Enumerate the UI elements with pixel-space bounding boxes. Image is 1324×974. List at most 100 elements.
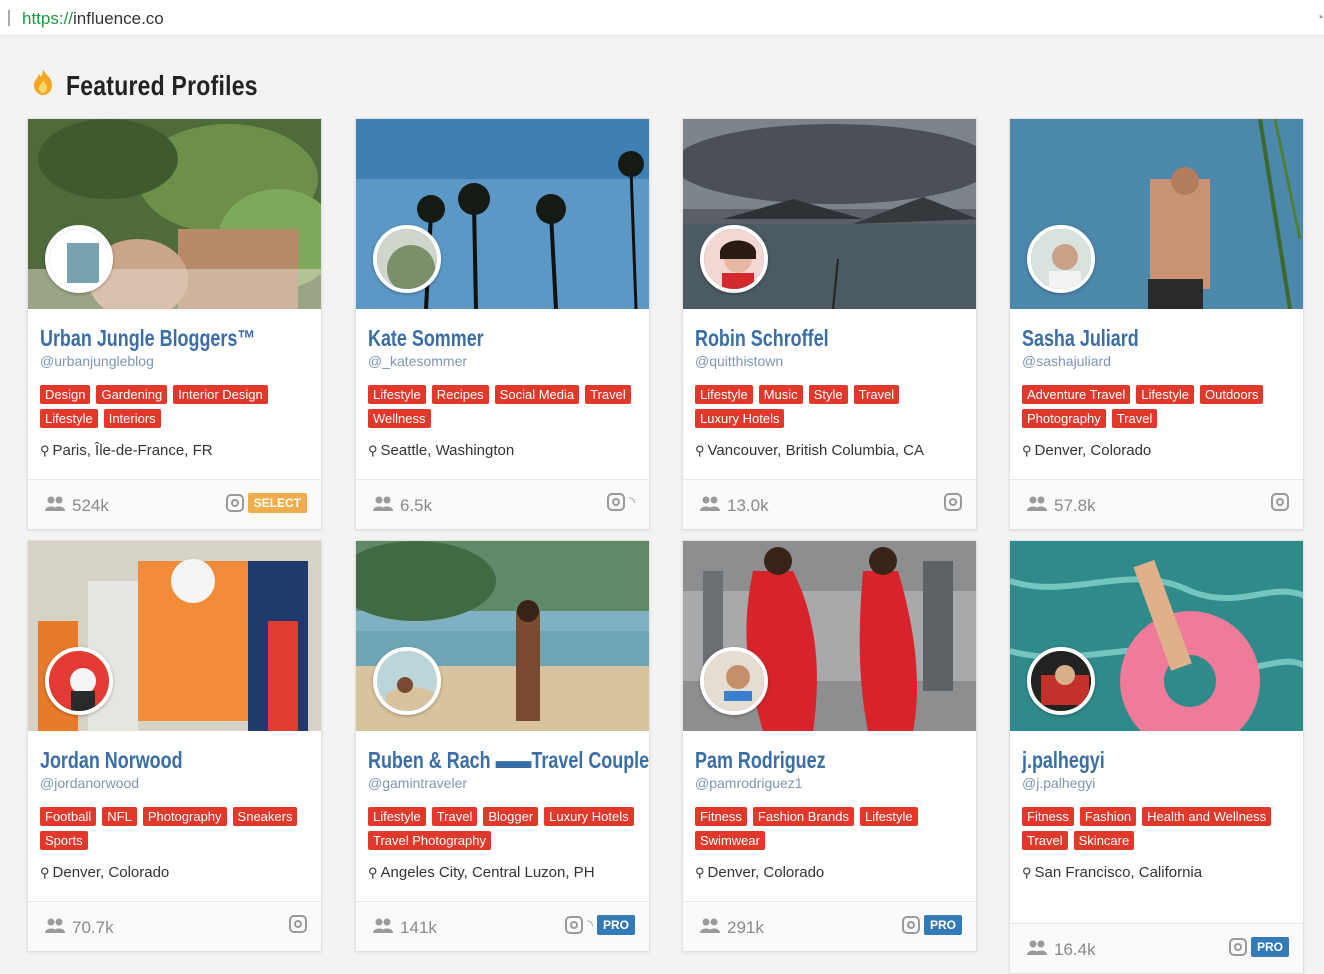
location: ⚲ Paris, Île-de-France, FR [40, 442, 309, 459]
category-tag[interactable]: Sports [40, 831, 88, 850]
instagram-icon[interactable] [1271, 493, 1289, 511]
category-tag[interactable]: Photography [142, 807, 227, 826]
category-tag[interactable]: Lifestyle [368, 385, 426, 404]
category-tag[interactable]: Wellness [368, 409, 431, 428]
rss-icon[interactable]: ◝ [587, 916, 593, 934]
profile-cover-image[interactable] [1010, 119, 1303, 309]
instagram-icon[interactable] [565, 916, 584, 934]
site-info-icon[interactable]: ◔ [1316, 9, 1324, 25]
avatar[interactable] [1027, 647, 1095, 715]
profile-handle[interactable]: @urbanjungleblog [40, 353, 309, 371]
location-text: Seattle, Washington [380, 442, 515, 459]
profile-cover-image[interactable] [28, 119, 321, 309]
category-tag[interactable]: Luxury Hotels [695, 409, 785, 428]
profile-card[interactable]: Ruben & Rach ▬▬Travel Couple @gamintrave… [355, 540, 650, 952]
category-tag[interactable]: Travel Photography [368, 831, 491, 850]
profile-cover-image[interactable] [356, 119, 649, 309]
category-tag[interactable]: Style [808, 385, 848, 404]
category-tag[interactable]: Lifestyle [1136, 385, 1194, 404]
profile-card[interactable]: Robin Schroffel @quitthistown Lifestyle M… [682, 118, 977, 530]
social-icons [944, 493, 962, 511]
profile-name[interactable]: Pam Rodriguez [695, 747, 905, 773]
category-tag[interactable]: Luxury Hotels [544, 807, 634, 826]
category-tag[interactable]: Interiors [103, 409, 161, 428]
profile-card[interactable]: Urban Jungle Bloggers™ @urbanjungleblog … [27, 118, 322, 530]
category-tag[interactable]: Sneakers [232, 807, 298, 826]
avatar[interactable] [45, 225, 113, 293]
category-tag[interactable]: Travel [431, 807, 478, 826]
category-tag[interactable]: Outdoors [1199, 385, 1264, 404]
category-tag[interactable]: Adventure Travel [1022, 385, 1131, 404]
profile-card[interactable]: Kate Sommer @_katesommer Lifestyle Recipe… [355, 118, 650, 530]
profile-name[interactable]: Ruben & Rach ▬▬Travel Couple [368, 747, 649, 773]
profile-handle[interactable]: @_katesommer [368, 353, 637, 371]
instagram-icon[interactable] [944, 493, 962, 511]
profile-card[interactable]: j.palhegyi @j.palhegyi Fitness Fashion Hea… [1009, 540, 1304, 974]
category-tag[interactable]: Travel [585, 385, 631, 404]
category-tag[interactable]: Swimwear [695, 831, 765, 850]
category-tag[interactable]: Interior Design [173, 385, 268, 404]
instagram-icon[interactable] [607, 493, 626, 511]
tag-list: Fitness Fashion Health and Wellness Travel S… [1022, 807, 1297, 850]
category-tag[interactable]: Design [40, 385, 91, 404]
category-tag[interactable]: Lifestyle [368, 807, 426, 826]
profile-handle[interactable]: @j.palhegyi [1022, 775, 1291, 793]
profile-handle[interactable]: @gamintraveler [368, 775, 637, 793]
profile-card[interactable]: Jordan Norwood @jordanorwood Football NFL… [27, 540, 322, 952]
avatar[interactable] [1027, 225, 1095, 293]
profile-handle[interactable]: @sashajuliard [1022, 353, 1291, 371]
category-tag[interactable]: Football [40, 807, 97, 826]
profile-cover-image[interactable] [28, 541, 321, 731]
category-tag[interactable]: Music [758, 385, 803, 404]
category-tag[interactable]: Social Media [494, 385, 580, 404]
category-tag[interactable]: Blogger [483, 807, 539, 826]
profile-name[interactable]: Urban Jungle Bloggers™ [40, 325, 255, 351]
category-tag[interactable]: Lifestyle [859, 807, 918, 826]
profile-handle[interactable]: @jordanorwood [40, 775, 309, 793]
avatar[interactable] [45, 647, 113, 715]
profile-handle[interactable]: @quitthistown [695, 353, 964, 371]
profile-body: Pam Rodriguez @pamrodriguez1 Fitness Fash… [683, 731, 976, 901]
profile-cover-image[interactable] [683, 541, 976, 731]
category-tag[interactable]: Skincare [1073, 831, 1135, 850]
category-tag[interactable]: Recipes [431, 385, 489, 404]
category-tag[interactable]: Gardening [96, 385, 168, 404]
profile-name[interactable]: Jordan Norwood [40, 747, 250, 773]
category-tag[interactable]: Travel [1022, 831, 1068, 850]
avatar[interactable] [700, 647, 768, 715]
profile-cover-image[interactable] [1010, 541, 1303, 731]
category-tag[interactable]: Travel [853, 385, 900, 404]
avatar[interactable] [373, 647, 441, 715]
profile-name[interactable]: Kate Sommer [368, 325, 578, 351]
category-tag[interactable]: Travel [1111, 409, 1158, 428]
card-footer: 524k SELECT [28, 479, 321, 529]
profile-name[interactable]: Robin Schroffel [695, 325, 905, 351]
category-tag[interactable]: Fashion Brands [752, 807, 854, 826]
category-tag[interactable]: Fitness [1022, 807, 1074, 826]
rss-icon[interactable]: ◝ [629, 493, 635, 511]
avatar[interactable] [700, 225, 768, 293]
profile-name[interactable]: Sasha Juliard [1022, 325, 1232, 351]
category-tag[interactable]: NFL [102, 807, 137, 826]
address-bar[interactable]: https://influence.co ◔ [0, 0, 1324, 36]
profile-cover-image[interactable] [356, 541, 649, 731]
category-tag[interactable]: Lifestyle [40, 409, 98, 428]
profile-cover-image[interactable] [683, 119, 976, 309]
category-tag[interactable]: Fitness [695, 807, 747, 826]
profile-card[interactable]: Sasha Juliard @sashajuliard Adventure Tr… [1009, 118, 1304, 530]
profile-name[interactable]: j.palhegyi [1022, 747, 1232, 773]
category-tag[interactable]: Photography [1022, 409, 1106, 428]
profile-handle[interactable]: @pamrodriguez1 [695, 775, 964, 793]
location: ⚲ Denver, Colorado [1022, 442, 1291, 459]
url-text[interactable]: https://influence.co [22, 9, 164, 29]
instagram-icon[interactable] [225, 494, 244, 512]
instagram-icon[interactable] [901, 916, 920, 934]
avatar[interactable] [373, 225, 441, 293]
category-tag[interactable]: Fashion [1079, 807, 1137, 826]
profile-card[interactable]: Pam Rodriguez @pamrodriguez1 Fitness Fash… [682, 540, 977, 952]
category-tag[interactable]: Health and Wellness [1142, 807, 1272, 826]
instagram-icon[interactable] [1228, 938, 1247, 956]
follower-count: 6.5k [372, 495, 432, 516]
instagram-icon[interactable] [289, 915, 307, 933]
category-tag[interactable]: Lifestyle [695, 385, 753, 404]
